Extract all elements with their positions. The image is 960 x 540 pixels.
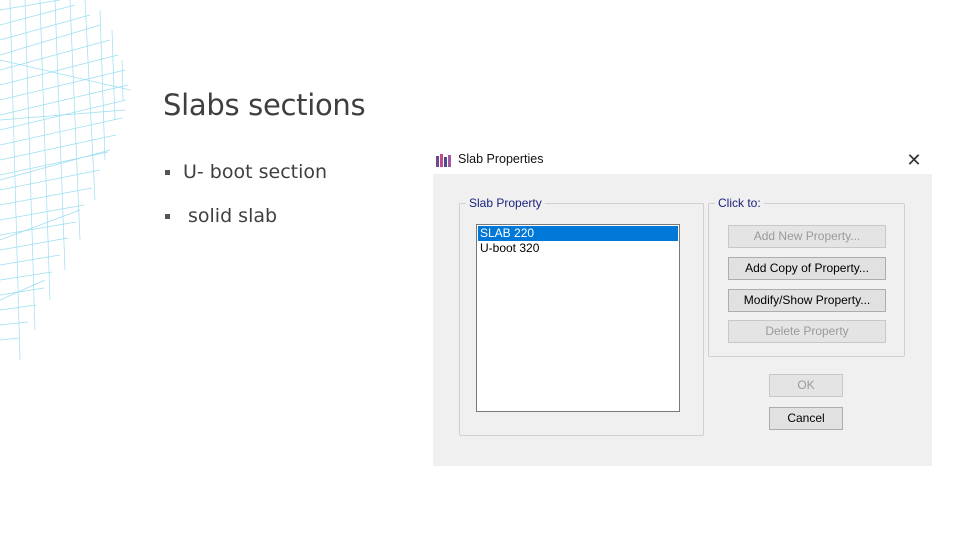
bullet-text: U- boot section <box>183 161 328 183</box>
delete-property-button[interactable]: Delete Property <box>728 320 886 343</box>
close-icon[interactable]: ✕ <box>903 150 925 170</box>
add-copy-property-button[interactable]: Add Copy of Property... <box>728 257 886 280</box>
dialog-title: Slab Properties <box>458 152 544 166</box>
cancel-button[interactable]: Cancel <box>769 407 843 430</box>
ok-button[interactable]: OK <box>769 374 843 397</box>
list-item[interactable]: U-boot 320 <box>478 241 678 256</box>
slab-property-listbox[interactable]: SLAB 220 U-boot 320 <box>476 224 680 412</box>
list-item[interactable]: SLAB 220 <box>478 226 678 241</box>
slab-properties-dialog: Slab Properties ✕ Slab Property SLAB 220… <box>433 144 932 466</box>
slide-title: Slabs sections <box>163 88 366 122</box>
etabs-app-icon <box>436 154 451 167</box>
wireframe-decoration <box>0 0 131 361</box>
bullet-marker <box>165 213 170 219</box>
bullet-list: U- boot section solid slab <box>165 160 327 248</box>
bullet-marker <box>165 169 170 175</box>
dialog-titlebar[interactable]: Slab Properties ✕ <box>433 144 932 174</box>
slab-property-legend: Slab Property <box>469 196 542 210</box>
modify-show-property-button[interactable]: Modify/Show Property... <box>728 289 886 312</box>
bullet-item: solid slab <box>165 204 327 228</box>
bullet-text: solid slab <box>188 205 278 227</box>
add-new-property-button[interactable]: Add New Property... <box>728 225 886 248</box>
bullet-item: U- boot section <box>165 160 327 184</box>
click-to-legend: Click to: <box>718 196 761 210</box>
